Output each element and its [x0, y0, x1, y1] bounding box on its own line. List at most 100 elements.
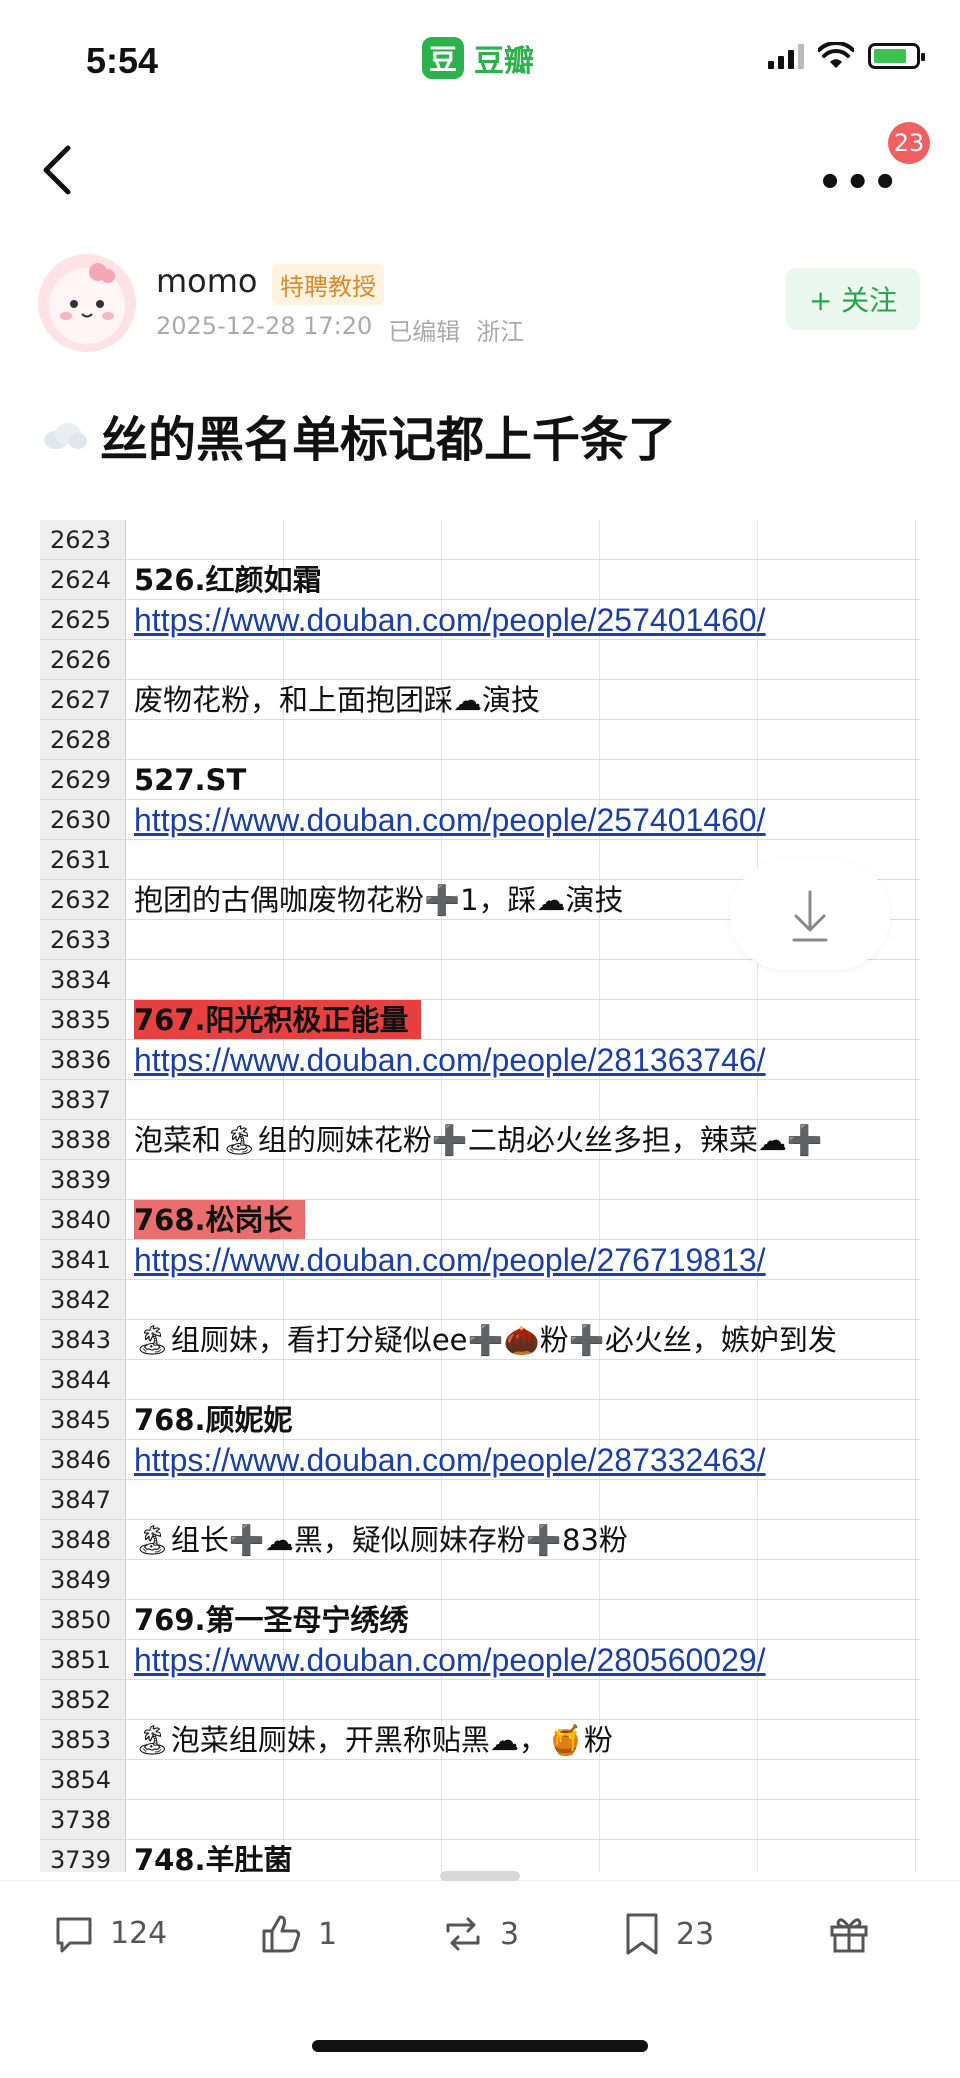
row-number: 3852 — [40, 1680, 126, 1719]
comment-button[interactable]: 124 — [52, 1911, 167, 1955]
cell-text: 767.阳光积极正能量 — [134, 1000, 421, 1039]
cell-text: 🏝组长➕☁黑，疑似厕妹存粉➕83粉 — [134, 1523, 628, 1557]
system-icons — [768, 42, 925, 70]
post-title-row: 丝的黑名单标记都上千条了 — [40, 400, 676, 470]
bookmark-icon — [626, 1913, 658, 1955]
row-number: 2629 — [40, 760, 126, 799]
notification-badge[interactable]: 23 — [888, 122, 930, 164]
grid-lines — [126, 640, 920, 679]
sheet-row: 3847 — [40, 1480, 920, 1520]
grid-lines — [126, 1280, 920, 1319]
grid-lines — [126, 520, 920, 559]
more-options-icon[interactable]: ••• — [817, 160, 900, 206]
row-number: 2633 — [40, 920, 126, 959]
row-number: 3845 — [40, 1400, 126, 1439]
download-icon — [792, 890, 828, 942]
sheet-row: 2624 526.红颜如霜 — [40, 560, 920, 600]
sheet-row: 2627 废物花粉，和上面抱团踩☁演技 — [40, 680, 920, 720]
cell-text: 768.顾妮妮 — [134, 1403, 293, 1437]
profile-link[interactable]: https://www.douban.com/people/276719813/ — [134, 1240, 766, 1279]
row-number: 3843 — [40, 1320, 126, 1359]
sheet-row: 3853 🏝泡菜组厕妹，开黑称贴黑☁，🍯粉 — [40, 1720, 920, 1760]
sheet-row: 2630 https://www.douban.com/people/257401… — [40, 800, 920, 840]
sheet-row: 3852 — [40, 1680, 920, 1720]
sheet-row: 3838 泡菜和🏝组的厕妹花粉➕二胡必火丝多担，辣菜☁➕ — [40, 1120, 920, 1160]
row-number: 3842 — [40, 1280, 126, 1319]
sheet-row: 3851 https://www.douban.com/people/280560… — [40, 1640, 920, 1680]
cloud-icon — [44, 423, 87, 449]
comment-count: 124 — [110, 1915, 168, 1951]
grid-lines — [126, 720, 920, 759]
row-number: 3835 — [40, 1000, 126, 1039]
sheet-row: 3739 748.羊肚菌 — [40, 1840, 920, 1872]
sheet-row: 2628 — [40, 720, 920, 760]
row-number: 2624 — [40, 560, 126, 599]
sheet-row: 3840 768.松岗长 — [40, 1200, 920, 1240]
collect-count: 23 — [676, 1916, 715, 1952]
row-number: 3848 — [40, 1520, 126, 1559]
grid-lines — [126, 1680, 920, 1719]
grid-lines — [126, 1080, 920, 1119]
gift-button[interactable] — [826, 1911, 872, 1957]
cell-text: 泡菜和🏝组的厕妹花粉➕二胡必火丝多担，辣菜☁➕ — [134, 1123, 824, 1157]
back-arrow-icon[interactable] — [34, 140, 84, 200]
cell-text: 748.羊肚菌 — [134, 1843, 293, 1872]
author-header: momo 特聘教授 2025-12-28 17:20 已编辑 浙江 + 关注 — [0, 240, 960, 370]
like-count: 1 — [318, 1916, 338, 1952]
row-number: 2628 — [40, 720, 126, 759]
row-number: 3840 — [40, 1200, 126, 1239]
profile-link[interactable]: https://www.douban.com/people/287332463/ — [134, 1440, 766, 1479]
sheet-row: 3841 https://www.douban.com/people/276719… — [40, 1240, 920, 1280]
row-number: 2625 — [40, 600, 126, 639]
row-number: 3853 — [40, 1720, 126, 1759]
row-number: 3837 — [40, 1080, 126, 1119]
home-indicator[interactable] — [312, 2040, 648, 2052]
cell-text: 768.松岗长 — [134, 1200, 305, 1239]
author-name[interactable]: momo — [156, 262, 258, 300]
row-number: 3851 — [40, 1640, 126, 1679]
row-number: 2626 — [40, 640, 126, 679]
follow-button[interactable]: + 关注 — [786, 268, 920, 330]
grid-lines — [126, 1800, 920, 1839]
grid-lines — [126, 1560, 920, 1599]
sheet-row: 3845 768.顾妮妮 — [40, 1400, 920, 1440]
like-button[interactable]: 1 — [258, 1911, 337, 1957]
row-number: 3847 — [40, 1480, 126, 1519]
clock: 5:54 — [86, 40, 159, 81]
cell-text: 🏝组厕妹，看打分疑似ee➕🌰粉➕必火丝，嫉妒到发 — [134, 1323, 837, 1357]
post-meta: 2025-12-28 17:20 已编辑 浙江 — [156, 312, 524, 347]
sheet-row: 3850 769.第一圣母宁绣绣 — [40, 1600, 920, 1640]
cell-text: 废物花粉，和上面抱团踩☁演技 — [134, 683, 541, 717]
row-number: 3834 — [40, 960, 126, 999]
profile-link[interactable]: https://www.douban.com/people/257401460/ — [134, 800, 766, 839]
grid-lines — [126, 1360, 920, 1399]
sheet-row: 3843 🏝组厕妹，看打分疑似ee➕🌰粉➕必火丝，嫉妒到发 — [40, 1320, 920, 1360]
edited-label: 已编辑 — [388, 318, 461, 346]
scroll-indicator — [440, 1871, 520, 1881]
profile-link[interactable]: https://www.douban.com/people/281363746/ — [134, 1040, 766, 1079]
app-indicator: 豆 豆瓣 — [422, 36, 534, 80]
repost-button[interactable]: 3 — [440, 1911, 519, 1957]
avatar[interactable] — [38, 254, 136, 352]
row-number: 2632 — [40, 880, 126, 919]
sheet-row: 2623 — [40, 520, 920, 560]
row-number: 3846 — [40, 1440, 126, 1479]
row-number: 2631 — [40, 840, 126, 879]
sheet-row: 3837 — [40, 1080, 920, 1120]
sheet-row: 3835 767.阳光积极正能量 — [40, 1000, 920, 1040]
row-number: 3838 — [40, 1120, 126, 1159]
download-button[interactable] — [730, 860, 890, 970]
sheet-row: 2629 527.ST — [40, 760, 920, 800]
row-number: 3844 — [40, 1360, 126, 1399]
sheet-row: 3854 — [40, 1760, 920, 1800]
sheet-row: 3738 — [40, 1800, 920, 1840]
grid-lines — [126, 1760, 920, 1799]
collect-button[interactable]: 23 — [622, 1911, 714, 1957]
profile-link[interactable]: https://www.douban.com/people/257401460/ — [134, 600, 766, 639]
row-number: 3839 — [40, 1160, 126, 1199]
battery-icon — [868, 43, 925, 69]
comment-icon — [56, 1917, 92, 1953]
post-location: 浙江 — [476, 318, 525, 346]
profile-link[interactable]: https://www.douban.com/people/280560029/ — [134, 1640, 766, 1679]
sheet-row: 3842 — [40, 1280, 920, 1320]
